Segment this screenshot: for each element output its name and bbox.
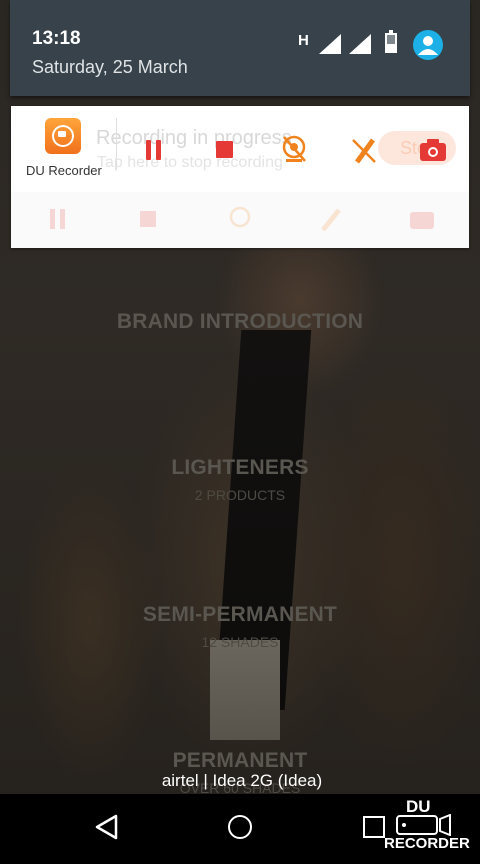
- divider: [116, 118, 117, 170]
- recents-icon[interactable]: [363, 816, 385, 838]
- screenshot-faint-icon: [410, 212, 434, 229]
- date-label[interactable]: Saturday, 25 March: [32, 57, 188, 78]
- notification-shade-header: 13:18 Saturday, 25 March H R: [10, 0, 470, 96]
- menu-permanent[interactable]: PERMANENT: [0, 749, 480, 773]
- notification-ghost-strip: [11, 192, 469, 248]
- stop-faint-icon: [140, 211, 156, 227]
- menu-lighteners[interactable]: LIGHTENERS: [0, 456, 480, 480]
- camera-faint-icon: [229, 206, 251, 228]
- roaming-label: R: [352, 36, 360, 47]
- pause-button[interactable]: [141, 134, 173, 166]
- menu-semi-permanent[interactable]: SEMI-PERMANENT: [0, 603, 480, 627]
- user-avatar-icon[interactable]: [413, 30, 443, 60]
- recording-title: Recording in progress: [96, 127, 292, 149]
- watermark-camera-icon: [396, 814, 451, 836]
- background-belt: [210, 640, 280, 740]
- signal-icon: [319, 34, 341, 54]
- menu-brand-introduction[interactable]: BRAND INTRODUCTION: [0, 310, 480, 334]
- home-icon[interactable]: [228, 815, 252, 839]
- brush-faint-icon: [321, 208, 341, 232]
- back-icon[interactable]: [94, 814, 120, 840]
- camera-off-icon[interactable]: [278, 134, 310, 166]
- menu-semi-permanent-subtitle: 12 SHADES: [201, 634, 279, 650]
- du-recorder-app-icon: [45, 118, 81, 154]
- recording-subtitle: Tap here to stop recording: [97, 154, 283, 171]
- watermark-recorder: RECORDER: [384, 835, 470, 852]
- brush-off-icon[interactable]: [347, 134, 379, 166]
- clock: 13:18: [32, 28, 81, 49]
- screenshot-icon[interactable]: [417, 134, 449, 166]
- network-type-label: H: [298, 32, 309, 49]
- recorder-notification[interactable]: Recording in progress Tap here to stop r…: [11, 106, 469, 248]
- stop-button[interactable]: [209, 134, 241, 166]
- du-recorder-watermark: DU RECORDER: [384, 797, 480, 857]
- battery-icon: [385, 30, 397, 53]
- app-name: DU Recorder: [26, 163, 102, 178]
- pause-faint-icon: [50, 209, 65, 229]
- carrier-label: airtel | Idea 2G (Idea): [161, 771, 323, 790]
- menu-lighteners-subtitle: 2 PRODUCTS: [194, 487, 286, 503]
